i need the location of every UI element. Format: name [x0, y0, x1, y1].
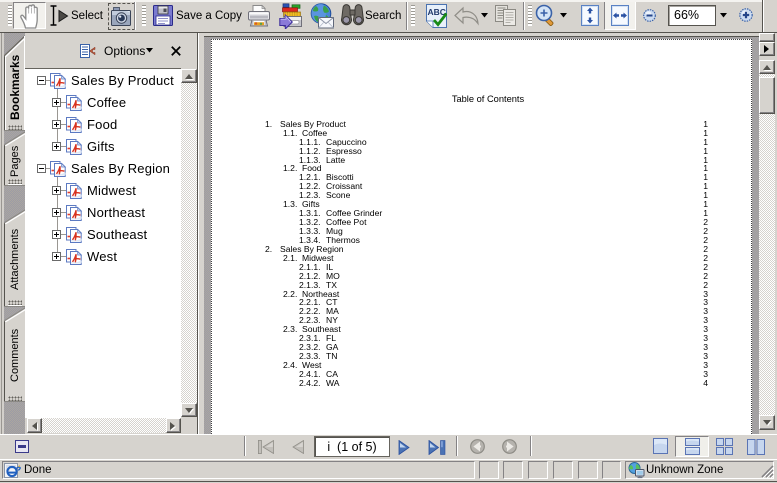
svg-text:ABC: ABC: [428, 7, 446, 17]
